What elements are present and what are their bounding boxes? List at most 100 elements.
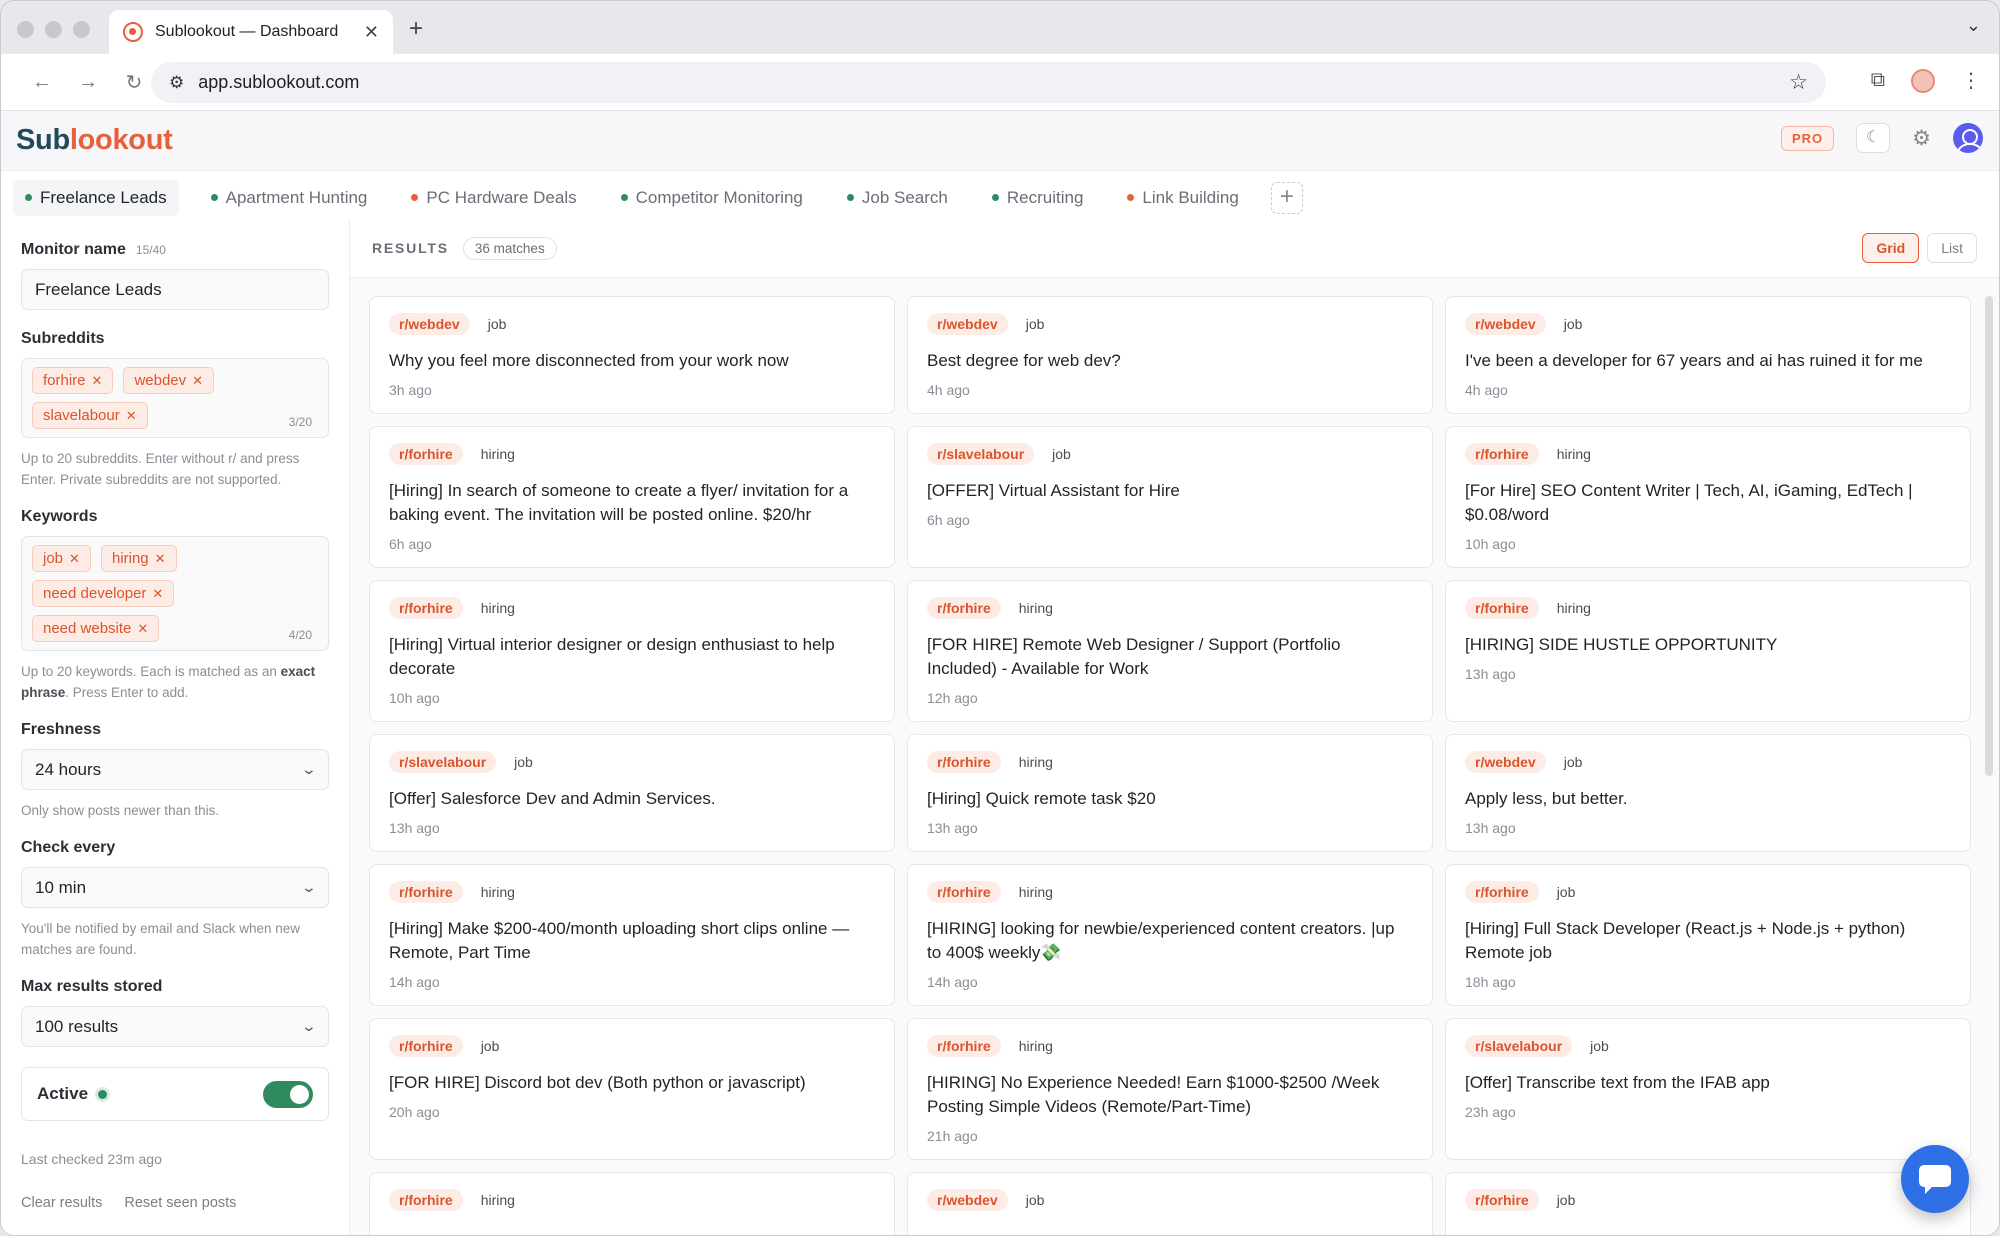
- reset-seen-posts-link[interactable]: Reset seen posts: [124, 1195, 236, 1211]
- result-card[interactable]: r/forhire hiring [For Hire] SEO Content Wr…: [1445, 426, 1971, 568]
- result-card[interactable]: r/slavelabour job [Offer] Salesforce Dev a…: [369, 734, 895, 852]
- monitor-tab[interactable]: Apartment Hunting: [199, 180, 380, 216]
- post-title[interactable]: [Hiring] Make $200-400/month uploading s…: [389, 917, 875, 965]
- post-title[interactable]: [OFFER] Virtual Assistant for Hire: [927, 479, 1413, 503]
- subreddit-badge[interactable]: r/webdev: [927, 313, 1008, 335]
- result-card[interactable]: r/forhire job [Hiring] Full Stack Develope…: [1445, 864, 1971, 1006]
- result-card[interactable]: r/forhire hiring [HIRING] SIDE HUSTLE OPPO…: [1445, 580, 1971, 722]
- post-title[interactable]: Why you feel more disconnected from your…: [389, 349, 875, 373]
- minimize-window-button[interactable]: [45, 21, 62, 38]
- subreddit-badge[interactable]: r/forhire: [927, 881, 1001, 903]
- result-card[interactable]: r/webdev job: [907, 1172, 1433, 1235]
- remove-chip-icon[interactable]: ✕: [126, 408, 137, 423]
- remove-chip-icon[interactable]: ✕: [69, 551, 80, 566]
- remove-chip-icon[interactable]: ✕: [192, 373, 203, 388]
- post-title[interactable]: [Hiring] Quick remote task $20: [927, 787, 1413, 811]
- monitor-tab[interactable]: PC Hardware Deals: [399, 180, 588, 216]
- subreddit-badge[interactable]: r/forhire: [389, 1189, 463, 1211]
- forward-arrow-icon[interactable]: →: [65, 71, 111, 94]
- post-title[interactable]: [Offer] Transcribe text from the IFAB ap…: [1465, 1071, 1951, 1095]
- subreddit-badge[interactable]: r/forhire: [389, 597, 463, 619]
- close-window-button[interactable]: [17, 21, 34, 38]
- result-card[interactable]: r/forhire hiring [Hiring] Virtual interior…: [369, 580, 895, 722]
- post-title[interactable]: [Hiring] Full Stack Developer (React.js …: [1465, 917, 1951, 965]
- subreddit-badge[interactable]: r/webdev: [927, 1189, 1008, 1211]
- site-settings-icon[interactable]: ⚙: [169, 73, 184, 93]
- result-card[interactable]: r/webdev job Apply less, but better. 13h ag…: [1445, 734, 1971, 852]
- post-title[interactable]: I've been a developer for 67 years and a…: [1465, 349, 1951, 373]
- browser-profile-icon[interactable]: [1911, 68, 1935, 93]
- result-card[interactable]: r/forhire job [FOR HIRE] Discord bot dev (…: [369, 1018, 895, 1160]
- subreddits-input[interactable]: forhire ✕ webdev ✕ slavelabour ✕ 3/20: [21, 358, 329, 438]
- maximize-window-button[interactable]: [73, 21, 90, 38]
- result-card[interactable]: r/forhire hiring [HIRING] No Experience Ne…: [907, 1018, 1433, 1160]
- result-card[interactable]: r/forhire hiring: [369, 1172, 895, 1235]
- subreddit-badge[interactable]: r/forhire: [927, 1035, 1001, 1057]
- monitor-name-input[interactable]: Freelance Leads: [21, 269, 329, 310]
- result-card[interactable]: r/webdev job I've been a developer for 67 …: [1445, 296, 1971, 414]
- sublookout-logo[interactable]: Sublookout: [16, 124, 173, 157]
- subreddit-badge[interactable]: r/forhire: [927, 597, 1001, 619]
- post-title[interactable]: Best degree for web dev?: [927, 349, 1413, 373]
- freshness-select[interactable]: 24 hours ⌄: [21, 749, 329, 790]
- result-card[interactable]: r/forhire hiring [Hiring] In search of som…: [369, 426, 895, 568]
- close-tab-icon[interactable]: ✕: [364, 22, 379, 43]
- monitor-tab[interactable]: Competitor Monitoring: [609, 180, 815, 216]
- post-title[interactable]: [FOR HIRE] Remote Web Designer / Support…: [927, 633, 1413, 681]
- post-title[interactable]: [HIRING] looking for newbie/experienced …: [927, 917, 1413, 965]
- result-card[interactable]: r/forhire hiring [HIRING] looking for newb…: [907, 864, 1433, 1006]
- monitor-tab[interactable]: Link Building: [1115, 180, 1250, 216]
- monitor-tab[interactable]: Freelance Leads: [13, 179, 179, 216]
- result-card[interactable]: r/forhire hiring [FOR HIRE] Remote Web Des…: [907, 580, 1433, 722]
- post-title[interactable]: [HIRING] No Experience Needed! Earn $100…: [927, 1071, 1413, 1119]
- browser-tab[interactable]: Sublookout — Dashboard ✕: [109, 10, 393, 54]
- max-results-select[interactable]: 100 results ⌄: [21, 1006, 329, 1047]
- result-card[interactable]: r/slavelabour job [OFFER] Virtual Assistan…: [907, 426, 1433, 568]
- subreddit-badge[interactable]: r/slavelabour: [1465, 1035, 1573, 1057]
- active-toggle[interactable]: [263, 1080, 313, 1108]
- result-card[interactable]: r/forhire hiring [Hiring] Make $200-400/mo…: [369, 864, 895, 1006]
- url-text[interactable]: app.sublookout.com: [198, 72, 1789, 93]
- subreddit-badge[interactable]: r/webdev: [1465, 313, 1546, 335]
- subreddit-badge[interactable]: r/forhire: [1465, 881, 1539, 903]
- remove-chip-icon[interactable]: ✕: [137, 621, 148, 636]
- subreddit-badge[interactable]: r/forhire: [1465, 1189, 1539, 1211]
- subreddit-badge[interactable]: r/forhire: [389, 1035, 463, 1057]
- dark-mode-moon-icon[interactable]: ☾: [1856, 123, 1891, 153]
- subreddit-badge[interactable]: r/slavelabour: [927, 443, 1035, 465]
- monitor-tab[interactable]: Recruiting: [980, 180, 1096, 216]
- post-title[interactable]: [Hiring] Virtual interior designer or de…: [389, 633, 875, 681]
- subreddit-badge[interactable]: r/webdev: [389, 313, 470, 335]
- result-card[interactable]: r/slavelabour job [Offer] Transcribe text …: [1445, 1018, 1971, 1160]
- remove-chip-icon[interactable]: ✕: [92, 373, 103, 388]
- post-title[interactable]: [For Hire] SEO Content Writer | Tech, AI…: [1465, 479, 1951, 527]
- result-card[interactable]: r/forhire job: [1445, 1172, 1971, 1235]
- new-tab-icon[interactable]: +: [409, 15, 423, 43]
- result-card[interactable]: r/webdev job Best degree for web dev? 4h ag…: [907, 296, 1433, 414]
- chat-support-icon[interactable]: [1901, 1145, 1969, 1213]
- post-title[interactable]: [Hiring] In search of someone to create …: [389, 479, 875, 527]
- result-card[interactable]: r/webdev job Why you feel more disconnecte…: [369, 296, 895, 414]
- settings-gear-icon[interactable]: ⚙: [1912, 126, 1931, 151]
- address-bar[interactable]: ⚙ app.sublookout.com ☆: [151, 62, 1826, 103]
- results-scrollbar[interactable]: [1985, 296, 1993, 776]
- post-title[interactable]: [FOR HIRE] Discord bot dev (Both python …: [389, 1071, 875, 1095]
- subreddit-badge[interactable]: r/forhire: [389, 443, 463, 465]
- post-title[interactable]: Apply less, but better.: [1465, 787, 1951, 811]
- keywords-input[interactable]: job ✕ hiring ✕ need developer ✕ need website ✕ …: [21, 536, 329, 651]
- remove-chip-icon[interactable]: ✕: [152, 586, 163, 601]
- monitor-tab[interactable]: Job Search: [835, 180, 960, 216]
- subreddit-badge[interactable]: r/forhire: [1465, 443, 1539, 465]
- subreddit-badge[interactable]: r/forhire: [1465, 597, 1539, 619]
- result-card[interactable]: r/forhire hiring [Hiring] Quick remote tas…: [907, 734, 1433, 852]
- add-monitor-icon[interactable]: +: [1270, 181, 1303, 214]
- remove-chip-icon[interactable]: ✕: [155, 551, 166, 566]
- post-title[interactable]: [HIRING] SIDE HUSTLE OPPORTUNITY: [1465, 633, 1951, 657]
- extensions-puzzle-icon[interactable]: ⧉: [1871, 69, 1885, 92]
- check-every-select[interactable]: 10 min ⌄: [21, 867, 329, 908]
- list-view-button[interactable]: List: [1927, 233, 1977, 263]
- back-arrow-icon[interactable]: ←: [19, 71, 65, 94]
- clear-results-link[interactable]: Clear results: [21, 1195, 102, 1211]
- post-title[interactable]: [Offer] Salesforce Dev and Admin Service…: [389, 787, 875, 811]
- tab-search-chevron-icon[interactable]: ⌄: [1966, 15, 1981, 36]
